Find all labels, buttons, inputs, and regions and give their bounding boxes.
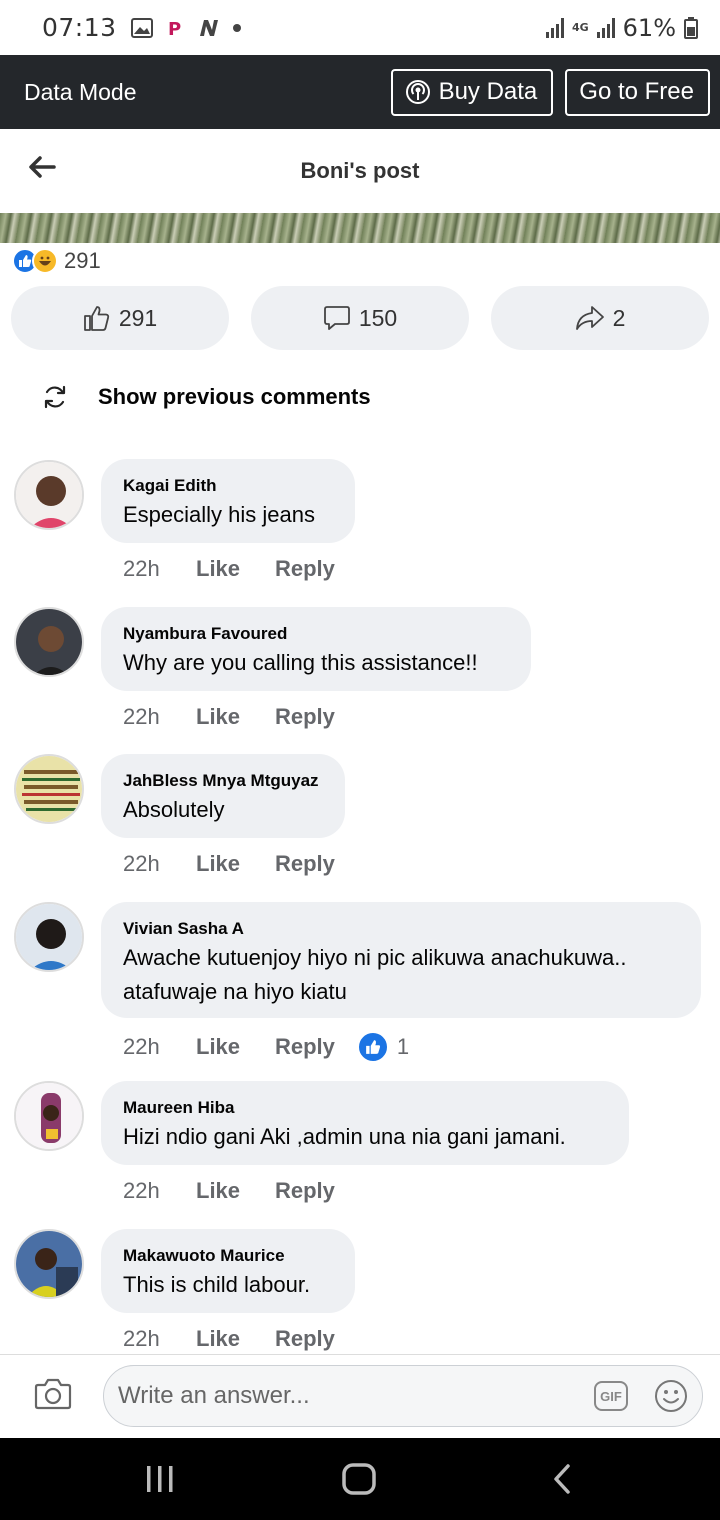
reaction-count: 291 [64, 248, 101, 273]
avatar[interactable] [14, 754, 84, 824]
comment-bubble: JahBless Mnya Mtguyaz Absolutely [101, 754, 345, 838]
comment-reply-button[interactable]: Reply [275, 851, 335, 877]
post-actions: 291 150 2 [11, 286, 709, 350]
comment-bubble: Vivian Sasha A Awache kutuenjoy hiyo ni … [101, 902, 701, 1018]
comment-time: 22h [123, 851, 160, 876]
comment-like-button[interactable]: Like [196, 851, 275, 877]
comment-time: 22h [123, 1034, 160, 1059]
comment-like-button[interactable]: Like [196, 1034, 275, 1060]
post-photo[interactable] [0, 213, 720, 243]
show-previous-comments[interactable]: Show previous comments [42, 384, 371, 410]
comment-reactions[interactable]: 1 [356, 1031, 410, 1063]
thumbs-up-icon [83, 306, 109, 331]
comment-button[interactable]: 150 [251, 286, 469, 350]
comment-text: Why are you calling this assistance!! [123, 650, 478, 675]
comment-like-button[interactable]: Like [196, 1178, 275, 1204]
comment-text-continued: atafuwaje na hiyo kiatu [123, 979, 347, 1004]
battery-percent: 61% [622, 13, 676, 42]
comment-author[interactable]: Vivian Sasha A [123, 918, 679, 940]
share-count: 2 [612, 304, 626, 331]
comment-reaction-count: 1 [396, 1034, 410, 1059]
comment-reply-button[interactable]: Reply [275, 1178, 335, 1204]
camera-icon[interactable] [34, 1377, 72, 1411]
back-arrow-icon[interactable] [26, 151, 58, 183]
refresh-icon [44, 385, 66, 409]
comment-time: 22h [123, 1326, 160, 1351]
comment-author[interactable]: JahBless Mnya Mtguyaz [123, 770, 323, 792]
comment-text: Hizi ndio gani Aki ,admin una nia gani j… [123, 1124, 566, 1149]
notification-dot-icon [232, 23, 241, 32]
comment-text: Absolutely [123, 797, 225, 822]
comment-text: This is child labour. [123, 1272, 311, 1297]
comment-author[interactable]: Kagai Edith [123, 475, 333, 497]
pinterest-icon: P [168, 19, 181, 38]
reactions-summary[interactable]: 291 [12, 248, 101, 274]
comment-bubble: Kagai Edith Especially his jeans [101, 459, 355, 543]
comment-icon [323, 306, 350, 330]
avatar[interactable] [14, 460, 84, 530]
broadcast-icon [405, 80, 430, 104]
data-mode-bar: Data Mode Buy Data Go to Free [0, 55, 720, 129]
post-header: Boni's post [0, 129, 720, 213]
comment-text: Awache kutuenjoy hiyo ni pic alikuwa ana… [123, 945, 627, 970]
signal-icon [545, 17, 564, 38]
share-button[interactable]: 2 [491, 286, 709, 350]
comment-time: 22h [123, 556, 160, 581]
signal-icon [596, 17, 615, 38]
comment-like-button[interactable]: Like [196, 704, 275, 730]
svg-text:P: P [168, 19, 181, 38]
like-count: 291 [118, 304, 158, 331]
buy-data-label: Buy Data [438, 78, 538, 105]
comment-bubble: Makawuoto Maurice This is child labour. [101, 1229, 355, 1313]
comment-time: 22h [123, 1178, 160, 1203]
share-icon [575, 306, 604, 330]
haha-reaction-icon [32, 248, 58, 274]
comment-composer: Write an answer... GIF [0, 1354, 720, 1438]
recent-apps-icon[interactable] [143, 1462, 177, 1496]
comment-reply-button[interactable]: Reply [275, 1034, 335, 1060]
comment-like-button[interactable]: Like [196, 1326, 275, 1352]
comment-author[interactable]: Makawuoto Maurice [123, 1245, 333, 1267]
status-time: 07:13 [42, 13, 117, 42]
status-bar: 07:13 P 4G 61% [0, 0, 720, 55]
system-nav-bar [0, 1438, 720, 1520]
emoji-icon[interactable] [654, 1379, 688, 1413]
comment-reply-button[interactable]: Reply [275, 704, 335, 730]
avatar[interactable] [14, 1229, 84, 1299]
back-icon[interactable] [548, 1462, 576, 1496]
go-to-free-label: Go to Free [579, 78, 694, 105]
comment-reply-button[interactable]: Reply [275, 556, 335, 582]
go-to-free-button[interactable]: Go to Free [565, 68, 710, 116]
comment-text: Especially his jeans [123, 502, 315, 527]
data-mode-label: Data Mode [24, 78, 137, 105]
buy-data-button[interactable]: Buy Data [390, 68, 554, 116]
comment-input[interactable]: Write an answer... GIF [103, 1365, 703, 1427]
comment-author[interactable]: Maureen Hiba [123, 1097, 607, 1119]
network-type: 4G [571, 20, 589, 34]
comment-time: 22h [123, 704, 160, 729]
show-previous-label: Show previous comments [98, 384, 371, 409]
news-app-icon [199, 19, 218, 36]
gif-button[interactable]: GIF [594, 1381, 628, 1411]
page-title: Boni's post [300, 158, 420, 183]
comment-input-placeholder: Write an answer... [118, 1382, 310, 1409]
comment-bubble: Nyambura Favoured Why are you calling th… [101, 607, 531, 691]
battery-icon [684, 16, 698, 39]
avatar[interactable] [14, 607, 84, 677]
comment-reply-button[interactable]: Reply [275, 1326, 335, 1352]
comment-like-button[interactable]: Like [196, 556, 275, 582]
gallery-icon [130, 17, 153, 38]
comment-bubble: Maureen Hiba Hizi ndio gani Aki ,admin u… [101, 1081, 629, 1165]
avatar[interactable] [14, 902, 84, 972]
comment-count: 150 [358, 304, 398, 331]
home-icon[interactable] [341, 1462, 377, 1496]
avatar[interactable] [14, 1081, 84, 1151]
like-button[interactable]: 291 [11, 286, 229, 350]
like-reaction-icon [356, 1031, 389, 1063]
comment-author[interactable]: Nyambura Favoured [123, 623, 509, 645]
